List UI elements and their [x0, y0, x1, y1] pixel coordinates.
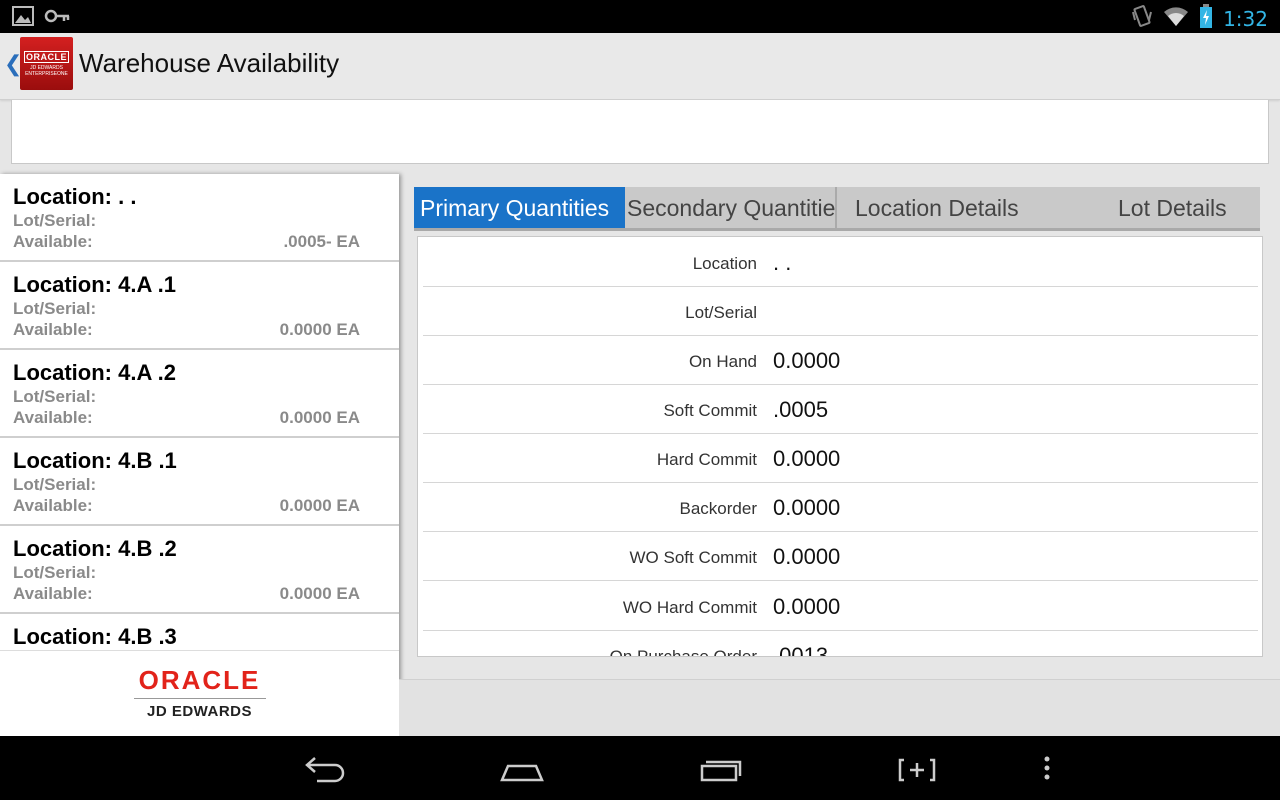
logo-divider	[133, 698, 266, 699]
list-item-available-value: 0.0000 EA	[279, 408, 360, 427]
list-item-available-value: 0.0000 EA	[279, 496, 360, 515]
list-item[interactable]: Location: 4.B .1 Lot/Serial: Available: …	[0, 438, 399, 526]
detail-value: .0005	[773, 397, 829, 422]
list-item-available-value: .0005- EA	[283, 232, 360, 251]
list-item-available-value: 0.0000 EA	[279, 320, 360, 339]
list-item-location: Location: . .	[13, 184, 137, 209]
tab-bar: Primary Quantities Secondary Quantities …	[414, 187, 1260, 230]
status-bar: 1:32	[0, 0, 1280, 33]
list-item[interactable]: Location: 4.B .2 Lot/Serial: Available: …	[0, 526, 399, 614]
tab-location-details[interactable]: Location Details	[837, 187, 1057, 230]
key-icon	[44, 6, 70, 31]
list-item-location: Location: 4.A .2	[13, 360, 176, 385]
clock: 1:32	[1223, 6, 1268, 31]
detail-row-soft-commit: Soft Commit .0005	[423, 385, 1258, 434]
list-item[interactable]: Location: . . Lot/Serial: Available: .00…	[0, 174, 399, 262]
detail-label: Backorder	[679, 499, 757, 518]
battery-charging-icon	[1199, 4, 1213, 33]
wifi-icon	[1163, 5, 1189, 32]
app-logo-text: ORACLE	[24, 51, 69, 63]
list-item-lot-label: Lot/Serial:	[13, 387, 97, 406]
header-panel	[11, 100, 1269, 164]
detail-label: Soft Commit	[663, 401, 757, 420]
tab-underline	[414, 228, 1260, 231]
jde-product: JD EDWARDS	[146, 703, 252, 720]
tab-lot-details[interactable]: Lot Details	[1057, 187, 1260, 230]
tab-secondary-quantities[interactable]: Secondary Quantities	[625, 187, 837, 230]
list-item-available-label: Available:	[13, 232, 93, 251]
detail-value: 0.0000	[773, 495, 841, 520]
detail-label: On Purchase Order	[609, 647, 757, 657]
recent-apps-icon[interactable]	[698, 752, 742, 789]
detail-label: Hard Commit	[656, 450, 757, 469]
detail-value: .0013	[773, 643, 829, 657]
list-item-available-label: Available:	[13, 496, 93, 515]
oracle-jde-logo: ORACLE JD EDWARDS	[0, 650, 399, 737]
detail-value: 0.0000	[773, 594, 841, 619]
detail-row-on-purchase-order: On Purchase Order .0013	[423, 631, 1258, 657]
detail-row-lot-serial: Lot/Serial	[423, 287, 1258, 336]
list-item-lot-label: Lot/Serial:	[13, 299, 97, 318]
list-item-location: Location: 4.B .1	[13, 448, 177, 473]
list-item-lot-label: Lot/Serial:	[13, 475, 97, 494]
tab-primary-quantities[interactable]: Primary Quantities	[414, 187, 625, 230]
list-item-lot-label: Lot/Serial:	[13, 211, 97, 230]
list-item-available-value: 0.0000 EA	[279, 584, 360, 603]
image-icon	[12, 6, 34, 31]
detail-row-backorder: Backorder 0.0000	[423, 483, 1258, 532]
vibrate-icon	[1131, 4, 1153, 33]
list-item-location: Location: 4.B .3	[13, 624, 177, 649]
detail-label: WO Soft Commit	[629, 548, 757, 567]
page-title: Warehouse Availability	[79, 48, 340, 78]
app-logo-subtext: JD EDWARDS ENTERPRISEONE	[25, 65, 68, 77]
list-item-location: Location: 4.B .2	[13, 536, 177, 561]
back-icon[interactable]	[303, 752, 347, 789]
action-bar: ❮ ORACLE JD EDWARDS ENTERPRISEONE Wareho…	[0, 33, 1280, 100]
detail-panel[interactable]: Location . . Lot/Serial On Hand 0.0000 S…	[417, 236, 1263, 657]
oracle-brand: ORACLE	[138, 665, 261, 695]
list-item-available-label: Available:	[13, 584, 93, 603]
detail-row-hard-commit: Hard Commit 0.0000	[423, 434, 1258, 483]
screenshot-icon[interactable]	[896, 752, 940, 789]
list-item[interactable]: Location: 4.A .1 Lot/Serial: Available: …	[0, 262, 399, 350]
list-item-location: Location: 4.A .1	[13, 272, 176, 297]
detail-row-location: Location . .	[423, 238, 1258, 287]
detail-value: . .	[773, 250, 792, 275]
detail-row-on-hand: On Hand 0.0000	[423, 336, 1258, 385]
detail-label: Location	[692, 254, 757, 273]
detail-label: Lot/Serial	[685, 303, 757, 322]
detail-row-wo-hard-commit: WO Hard Commit 0.0000	[423, 582, 1258, 631]
detail-label: WO Hard Commit	[622, 598, 757, 617]
home-icon[interactable]	[500, 752, 544, 789]
menu-icon[interactable]	[1040, 752, 1054, 789]
detail-label: On Hand	[688, 352, 757, 371]
list-item-available-label: Available:	[13, 408, 93, 427]
detail-value: 0.0000	[773, 446, 841, 471]
list-item-lot-label: Lot/Serial:	[13, 563, 97, 582]
content-footer	[399, 679, 1280, 737]
detail-value: 0.0000	[773, 348, 841, 373]
navigation-bar	[0, 736, 1280, 800]
detail-row-wo-soft-commit: WO Soft Commit 0.0000	[423, 532, 1258, 581]
app-logo[interactable]: ORACLE JD EDWARDS ENTERPRISEONE	[20, 37, 73, 90]
list-item-available-label: Available:	[13, 320, 93, 339]
detail-value: 0.0000	[773, 544, 841, 569]
list-item[interactable]: Location: 4.A .2 Lot/Serial: Available: …	[0, 350, 399, 438]
